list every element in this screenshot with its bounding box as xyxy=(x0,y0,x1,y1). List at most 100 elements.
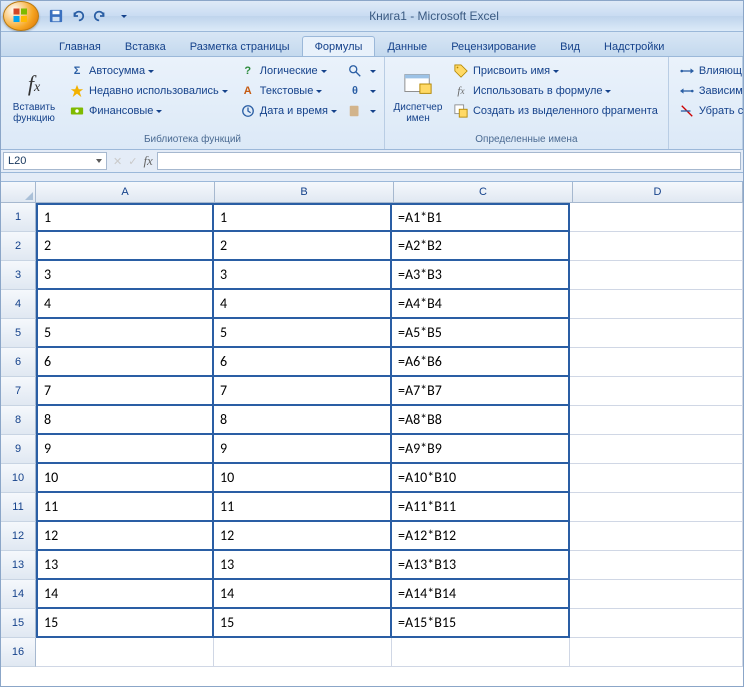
cell-a14[interactable]: 14 xyxy=(36,580,214,609)
cell-a13[interactable]: 13 xyxy=(36,551,214,580)
office-button[interactable] xyxy=(3,1,39,31)
cell-a10[interactable]: 10 xyxy=(36,464,214,493)
row-header[interactable]: 11 xyxy=(1,493,36,522)
cell-a9[interactable]: 9 xyxy=(36,435,214,464)
cell-b11[interactable]: 11 xyxy=(214,493,392,522)
cell-d2[interactable] xyxy=(570,232,743,261)
row-header[interactable]: 7 xyxy=(1,377,36,406)
formula-input[interactable] xyxy=(157,152,741,170)
tab-view[interactable]: Вид xyxy=(548,37,592,56)
cell-c1[interactable]: =A1*B1 xyxy=(392,203,570,232)
cell-a15[interactable]: 15 xyxy=(36,609,214,638)
tab-page-layout[interactable]: Разметка страницы xyxy=(178,37,302,56)
tab-addins[interactable]: Надстройки xyxy=(592,37,676,56)
cell-a16[interactable] xyxy=(36,638,214,667)
cell-d13[interactable] xyxy=(570,551,743,580)
tab-insert[interactable]: Вставка xyxy=(113,37,178,56)
row-header[interactable]: 10 xyxy=(1,464,36,493)
recently-used-button[interactable]: Недавно использовались xyxy=(65,81,232,101)
cell-b5[interactable]: 5 xyxy=(214,319,392,348)
cell-d6[interactable] xyxy=(570,348,743,377)
row-header[interactable]: 13 xyxy=(1,551,36,580)
row-header[interactable]: 9 xyxy=(1,435,36,464)
cell-a3[interactable]: 3 xyxy=(36,261,214,290)
cell-b1[interactable]: 1 xyxy=(214,203,392,232)
cell-b14[interactable]: 14 xyxy=(214,580,392,609)
name-manager-button[interactable]: Диспетчер имен xyxy=(389,59,447,133)
undo-button[interactable] xyxy=(69,7,87,25)
cell-a4[interactable]: 4 xyxy=(36,290,214,319)
cell-b13[interactable]: 13 xyxy=(214,551,392,580)
cell-b10[interactable]: 10 xyxy=(214,464,392,493)
cell-d14[interactable] xyxy=(570,580,743,609)
cell-b7[interactable]: 7 xyxy=(214,377,392,406)
cell-b4[interactable]: 4 xyxy=(214,290,392,319)
cell-a11[interactable]: 11 xyxy=(36,493,214,522)
cell-d3[interactable] xyxy=(570,261,743,290)
cell-d1[interactable] xyxy=(570,203,743,232)
cell-b16[interactable] xyxy=(214,638,392,667)
cell-d11[interactable] xyxy=(570,493,743,522)
cell-d12[interactable] xyxy=(570,522,743,551)
row-header[interactable]: 3 xyxy=(1,261,36,290)
row-header[interactable]: 14 xyxy=(1,580,36,609)
cell-d10[interactable] xyxy=(570,464,743,493)
cell-d15[interactable] xyxy=(570,609,743,638)
text-button[interactable]: A Текстовые xyxy=(236,81,341,101)
cell-c16[interactable] xyxy=(392,638,570,667)
row-header[interactable]: 8 xyxy=(1,406,36,435)
logical-button[interactable]: ? Логические xyxy=(236,61,341,81)
trace-precedents-button[interactable]: Влияющ xyxy=(675,61,744,81)
cell-b8[interactable]: 8 xyxy=(214,406,392,435)
tab-review[interactable]: Рецензирование xyxy=(439,37,548,56)
cell-a7[interactable]: 7 xyxy=(36,377,214,406)
create-from-selection-button[interactable]: Создать из выделенного фрагмента xyxy=(449,101,662,121)
cell-b2[interactable]: 2 xyxy=(214,232,392,261)
trace-dependents-button[interactable]: Зависимы xyxy=(675,81,744,101)
cell-c12[interactable]: =A12*B12 xyxy=(392,522,570,551)
row-header[interactable]: 12 xyxy=(1,522,36,551)
cell-b12[interactable]: 12 xyxy=(214,522,392,551)
more-functions-button[interactable] xyxy=(345,101,378,121)
row-header[interactable]: 1 xyxy=(1,203,36,232)
cell-c9[interactable]: =A9*B9 xyxy=(392,435,570,464)
cell-c11[interactable]: =A11*B11 xyxy=(392,493,570,522)
redo-button[interactable] xyxy=(91,7,109,25)
row-header[interactable]: 15 xyxy=(1,609,36,638)
cell-d8[interactable] xyxy=(570,406,743,435)
cell-c6[interactable]: =A6*B6 xyxy=(392,348,570,377)
cell-a8[interactable]: 8 xyxy=(36,406,214,435)
cell-c2[interactable]: =A2*B2 xyxy=(392,232,570,261)
select-all-corner[interactable] xyxy=(1,182,36,202)
cell-d16[interactable] xyxy=(570,638,743,667)
row-header[interactable]: 6 xyxy=(1,348,36,377)
cell-c14[interactable]: =A14*B14 xyxy=(392,580,570,609)
column-header-d[interactable]: D xyxy=(573,182,743,202)
define-name-button[interactable]: Присвоить имя xyxy=(449,61,662,81)
save-button[interactable] xyxy=(47,7,65,25)
row-header[interactable]: 4 xyxy=(1,290,36,319)
date-time-button[interactable]: Дата и время xyxy=(236,101,341,121)
cell-c13[interactable]: =A13*B13 xyxy=(392,551,570,580)
cell-a2[interactable]: 2 xyxy=(36,232,214,261)
row-header[interactable]: 2 xyxy=(1,232,36,261)
cell-d9[interactable] xyxy=(570,435,743,464)
cell-a6[interactable]: 6 xyxy=(36,348,214,377)
cell-c3[interactable]: =A3*B3 xyxy=(392,261,570,290)
cell-d4[interactable] xyxy=(570,290,743,319)
use-in-formula-button[interactable]: fx Использовать в формуле xyxy=(449,81,662,101)
financial-button[interactable]: Финансовые xyxy=(65,101,232,121)
fx-button[interactable]: fx xyxy=(143,153,152,169)
row-header[interactable]: 5 xyxy=(1,319,36,348)
cell-c4[interactable]: =A4*B4 xyxy=(392,290,570,319)
name-box[interactable]: L20 xyxy=(3,152,107,170)
tab-formulas[interactable]: Формулы xyxy=(302,36,376,56)
tab-home[interactable]: Главная xyxy=(47,37,113,56)
cell-d5[interactable] xyxy=(570,319,743,348)
autosum-button[interactable]: Σ Автосумма xyxy=(65,61,232,81)
row-header[interactable]: 16 xyxy=(1,638,36,667)
qat-customize-button[interactable] xyxy=(113,7,131,25)
cell-c7[interactable]: =A7*B7 xyxy=(392,377,570,406)
cell-c15[interactable]: =A15*B15 xyxy=(392,609,570,638)
cell-a1[interactable]: 1 xyxy=(36,203,214,232)
